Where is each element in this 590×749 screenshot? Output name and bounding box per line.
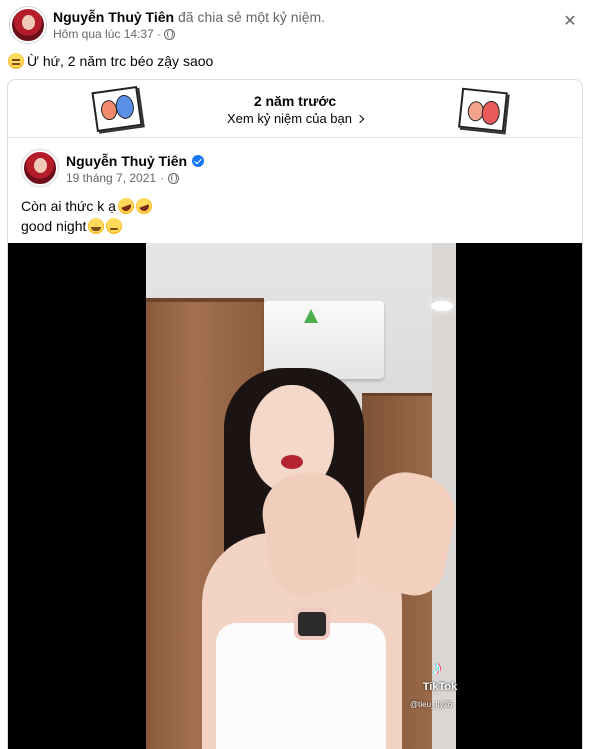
tiktok-handle: @tieu_tly26 xyxy=(410,700,453,709)
original-author-name[interactable]: Nguyễn Thuỷ Tiên xyxy=(66,153,187,169)
smiling-emoji xyxy=(88,218,105,234)
rolling-laughing-emoji xyxy=(115,195,137,217)
post-header: Nguyễn Thuỷ Tiên đã chia sẻ một kỷ niệm.… xyxy=(8,6,582,46)
meta-separator: · xyxy=(156,27,161,41)
chevron-right-icon xyxy=(355,114,365,124)
original-post-line-2: good night xyxy=(21,218,123,234)
post-author-name[interactable]: Nguyễn Thuỷ Tiên xyxy=(53,9,174,25)
tiktok-label: TikTok xyxy=(422,681,458,693)
video-frame xyxy=(146,243,456,749)
memory-card: 2 năm trước Xem kỷ niệm của bạn Nguyễn T… xyxy=(7,79,583,749)
author-avatar[interactable] xyxy=(10,7,46,43)
original-post-date[interactable]: 19 tháng 7, 2021 xyxy=(66,171,156,185)
meta-separator: · xyxy=(160,171,165,185)
tiktok-logo-icon xyxy=(432,657,448,680)
globe-icon xyxy=(163,28,175,40)
memory-sticker-right xyxy=(458,87,508,133)
grinning-sweat-emoji xyxy=(8,53,24,69)
original-author-line: Nguyễn Thuỷ Tiên xyxy=(66,153,205,169)
post-caption: Ừ hứ, 2 năm trc béo zậy saoo xyxy=(8,53,213,69)
view-memories-label: Xem kỷ niệm của bạn xyxy=(226,111,352,126)
video-player[interactable]: TikTok @tieu_tly26 xyxy=(8,243,582,749)
post-action-text: đã chia sẻ một kỷ niệm. xyxy=(177,9,326,25)
post-meta: Hôm qua lúc 14:37 · xyxy=(53,27,175,41)
close-icon[interactable]: ✕ xyxy=(560,12,580,32)
globe-icon xyxy=(168,172,180,184)
verified-badge-icon xyxy=(192,155,205,167)
tiktok-watermark: TikTok xyxy=(420,657,460,693)
post-caption-text: Ừ hứ, 2 năm trc béo zậy saoo xyxy=(27,53,214,69)
original-post-header: Nguyễn Thuỷ Tiên 19 tháng 7, 2021 · xyxy=(20,150,560,190)
smartwatch-image xyxy=(294,608,330,640)
original-author-avatar[interactable] xyxy=(22,150,58,186)
original-post-meta: 19 tháng 7, 2021 · xyxy=(66,171,180,185)
original-post-line-1: Còn ai thức k ạ xyxy=(21,195,155,217)
shy-emoji xyxy=(106,218,123,234)
memory-banner[interactable]: 2 năm trước Xem kỷ niệm của bạn xyxy=(8,80,582,138)
original-post-line-1-text: Còn ai thức k ạ xyxy=(21,198,116,214)
original-post-line-2-text: good night xyxy=(21,218,87,234)
post-author-line: Nguyễn Thuỷ Tiên đã chia sẻ một kỷ niệm. xyxy=(53,9,325,25)
post-timestamp[interactable]: Hôm qua lúc 14:37 xyxy=(53,27,154,41)
rolling-laughing-emoji xyxy=(133,195,155,217)
